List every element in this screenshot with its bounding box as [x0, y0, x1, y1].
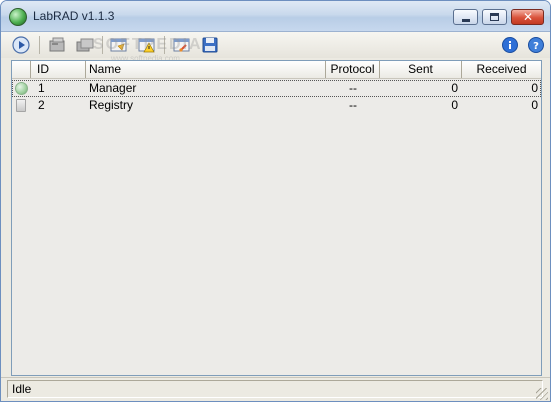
connection-list[interactable]: ID Name Protocol Sent Received 1 Manager…	[11, 60, 542, 376]
column-header-id[interactable]: ID	[31, 61, 86, 78]
row-received: 0	[531, 81, 538, 95]
watermark-text: SOFTPEDIA	[93, 36, 203, 53]
row-protocol: --	[349, 81, 357, 95]
toolbar-separator	[39, 36, 40, 54]
app-window: LabRAD v1.1.3 ✕ ? SOFTPEDIA www.softpedi…	[0, 0, 551, 402]
column-header-received[interactable]: Received	[462, 61, 541, 78]
row-name: Registry	[89, 98, 134, 112]
save-button[interactable]	[200, 35, 220, 55]
row-protocol: --	[349, 98, 357, 112]
status-bar: Idle	[1, 377, 550, 401]
minimize-button[interactable]	[453, 9, 478, 25]
play-icon	[12, 36, 30, 54]
table-row[interactable]: 1 Manager -- 0 0	[12, 80, 541, 97]
row-name: Manager	[89, 81, 137, 95]
svg-text:?: ?	[533, 41, 539, 52]
table-row[interactable]: 2 Registry -- 0 0	[12, 97, 541, 114]
minimize-icon	[462, 19, 470, 22]
document-icon	[16, 99, 26, 112]
info-icon	[502, 37, 518, 53]
row-sent: 0	[451, 81, 458, 95]
server-stack-button[interactable]	[75, 35, 95, 55]
save-icon	[202, 37, 218, 53]
maximize-icon	[490, 13, 499, 21]
help-icon: ?	[528, 37, 544, 53]
column-header-sent[interactable]: Sent	[380, 61, 462, 78]
title-bar[interactable]: LabRAD v1.1.3 ✕	[1, 1, 550, 32]
resize-grip-icon[interactable]	[536, 388, 548, 400]
server-button[interactable]	[47, 35, 67, 55]
server-stack-icon	[76, 38, 94, 52]
close-icon: ✕	[523, 10, 534, 24]
maximize-button[interactable]	[482, 9, 507, 25]
toolbar: ?	[1, 32, 550, 58]
column-header-icon[interactable]	[12, 61, 31, 78]
close-button[interactable]: ✕	[511, 9, 544, 25]
window-title: LabRAD v1.1.3	[33, 9, 115, 23]
row-sent: 0	[451, 98, 458, 112]
row-id: 1	[38, 81, 45, 95]
row-received: 0	[531, 98, 538, 112]
server-gray-icon	[49, 37, 65, 52]
play-button[interactable]	[11, 35, 31, 55]
status-text: Idle	[12, 382, 32, 396]
row-id: 2	[38, 98, 45, 112]
app-globe-icon[interactable]	[9, 8, 27, 26]
info-button[interactable]	[500, 35, 520, 55]
status-panel: Idle	[7, 380, 543, 398]
globe-icon	[15, 82, 28, 95]
column-header-protocol[interactable]: Protocol	[326, 61, 380, 78]
list-header: ID Name Protocol Sent Received	[12, 61, 541, 79]
help-button[interactable]: ?	[526, 35, 546, 55]
column-header-name[interactable]: Name	[86, 61, 326, 78]
